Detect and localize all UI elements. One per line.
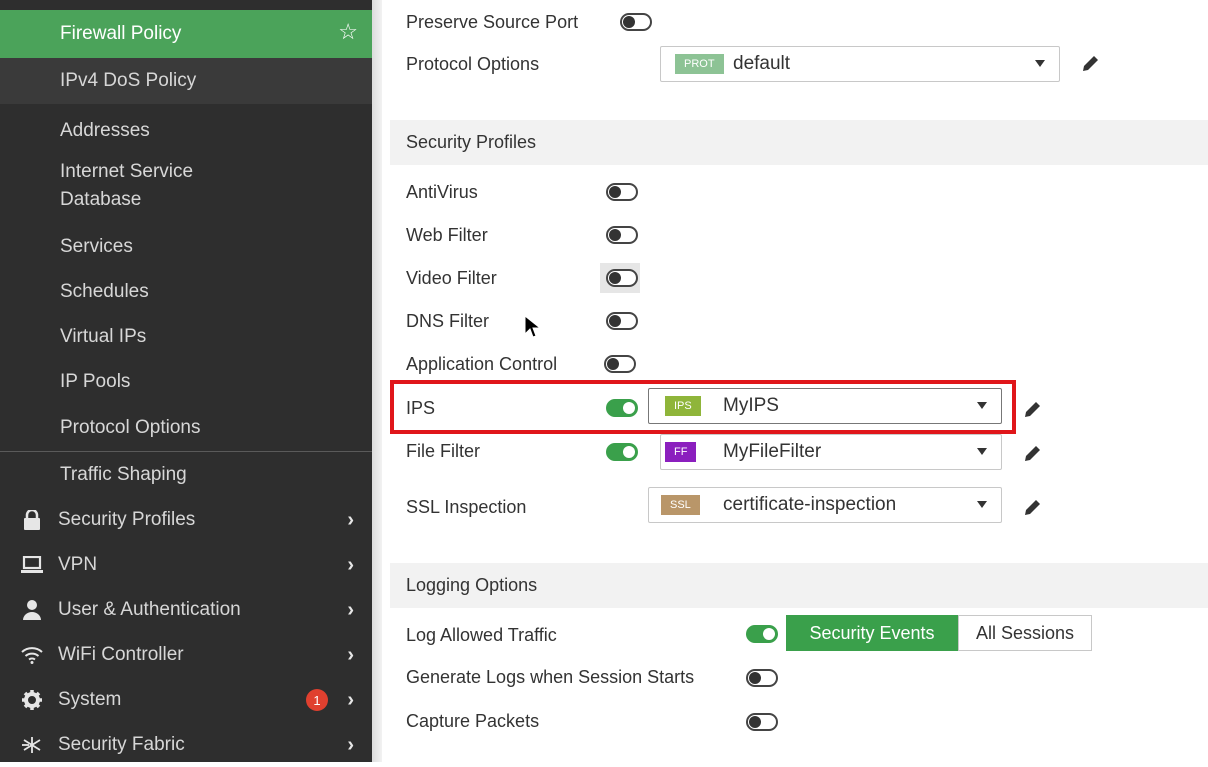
sidebar-item-label: Addresses: [60, 120, 150, 141]
web-filter-label: Web Filter: [406, 225, 488, 245]
logging-options-header: Logging Options: [390, 563, 1208, 608]
sidebar-item-label: IP Pools: [60, 371, 131, 392]
application-control-toggle[interactable]: [604, 355, 636, 373]
video-filter-toggle[interactable]: [606, 269, 638, 287]
sidebar-item-label: Schedules: [60, 281, 149, 302]
prot-tag: PROT: [675, 54, 724, 74]
file-filter-select[interactable]: FF MyFileFilter: [660, 434, 1002, 470]
sidebar-item-label: Services: [60, 236, 133, 257]
highlight-box: [390, 380, 1016, 434]
sidebar-section-label: System: [58, 689, 122, 710]
ssl-inspection-label: SSL Inspection: [406, 497, 527, 517]
star-icon[interactable]: ☆: [338, 19, 358, 45]
sidebar-item-firewall-policy[interactable]: Firewall Policy ☆: [0, 10, 372, 58]
sidebar-item-services[interactable]: Services: [0, 228, 372, 266]
protocol-options-label: Protocol Options: [406, 54, 540, 74]
sidebar-item-label: Virtual IPs: [60, 326, 147, 347]
all-sessions-button[interactable]: All Sessions: [958, 615, 1092, 651]
chevron-right-icon: ›: [347, 644, 354, 666]
chevron-right-icon: ›: [347, 509, 354, 531]
laptop-icon: [20, 554, 44, 576]
application-control-label: Application Control: [406, 354, 558, 374]
sidebar-item-protocol-options[interactable]: Protocol Options: [0, 408, 372, 448]
sidebar-item-ip-pools[interactable]: IP Pools: [0, 363, 372, 401]
sidebar-item-label: Protocol Options: [60, 417, 201, 438]
web-filter-toggle[interactable]: [606, 226, 638, 244]
chevron-right-icon: ›: [347, 734, 354, 756]
protocol-options-value: default: [733, 53, 791, 74]
edit-icon[interactable]: [1022, 498, 1042, 518]
sidebar-item-traffic-shaping[interactable]: Traffic Shaping: [0, 455, 372, 495]
sidebar-section-vpn[interactable]: VPN ›: [0, 543, 372, 587]
sidebar-item-ipv4-dos-policy[interactable]: IPv4 DoS Policy: [0, 58, 372, 104]
sidebar-item-internet-service-database[interactable]: Internet Service Database: [0, 158, 372, 218]
dns-filter-toggle[interactable]: [606, 312, 638, 330]
video-filter-label: Video Filter: [406, 268, 497, 288]
sidebar-divider: [0, 451, 372, 452]
chevron-right-icon: ›: [347, 689, 354, 711]
sidebar-section-label: VPN: [58, 554, 98, 575]
antivirus-label: AntiVirus: [406, 182, 478, 202]
file-filter-toggle[interactable]: [606, 443, 638, 461]
capture-packets-toggle[interactable]: [746, 713, 778, 731]
sidebar: Firewall Policy ☆ IPv4 DoS Policy Addres…: [0, 0, 372, 762]
file-filter-label: File Filter: [406, 441, 481, 461]
sidebar-item-label: Internet Service: [60, 161, 194, 182]
sidebar-section-user-authentication[interactable]: User & Authentication ›: [0, 588, 372, 632]
chevron-down-icon: [1035, 60, 1045, 67]
chevron-down-icon: [977, 501, 987, 508]
sidebar-section-system[interactable]: System 1 ›: [0, 678, 372, 722]
sidebar-item-label: Traffic Shaping: [60, 464, 187, 485]
preserve-source-port-label: Preserve Source Port: [406, 12, 579, 32]
sidebar-section-label: Security Profiles: [58, 509, 196, 530]
fabric-icon: [20, 734, 44, 756]
generate-logs-label: Generate Logs when Session Starts: [406, 667, 695, 687]
capture-packets-label: Capture Packets: [406, 711, 540, 731]
security-profiles-header: Security Profiles: [390, 120, 1208, 165]
protocol-options-select[interactable]: PROT default: [660, 46, 1060, 82]
edit-icon[interactable]: [1022, 400, 1042, 420]
gear-icon: [20, 689, 44, 711]
section-title: Logging Options: [406, 575, 538, 595]
sidebar-section-label: Security Fabric: [58, 734, 185, 755]
lock-icon: [20, 509, 44, 531]
section-title: Security Profiles: [406, 132, 537, 152]
ssl-tag: SSL: [661, 495, 700, 515]
log-allowed-traffic-label: Log Allowed Traffic: [406, 625, 557, 645]
preserve-source-port-toggle[interactable]: [620, 13, 652, 31]
sidebar-item-label: Firewall Policy: [60, 23, 182, 44]
ff-tag: FF: [665, 442, 697, 462]
edit-icon[interactable]: [1080, 54, 1100, 74]
sidebar-item-schedules[interactable]: Schedules: [0, 273, 372, 311]
antivirus-toggle[interactable]: [606, 183, 638, 201]
sidebar-section-label: WiFi Controller: [58, 644, 184, 665]
notification-badge: 1: [306, 689, 328, 711]
sidebar-item-addresses[interactable]: Addresses: [0, 112, 372, 150]
wifi-icon: [20, 644, 44, 666]
ssl-inspection-select[interactable]: SSL certificate-inspection: [648, 487, 1002, 523]
security-events-button[interactable]: Security Events: [786, 615, 958, 651]
ssl-inspection-value: certificate-inspection: [723, 494, 897, 515]
chevron-right-icon: ›: [347, 554, 354, 576]
chevron-down-icon: [977, 448, 987, 455]
sidebar-scroll-edge: [372, 0, 382, 762]
generate-logs-toggle[interactable]: [746, 669, 778, 687]
sidebar-item-label: IPv4 DoS Policy: [60, 70, 197, 91]
sidebar-section-security-fabric[interactable]: Security Fabric ›: [0, 723, 372, 767]
sidebar-section-label: User & Authentication: [58, 599, 241, 620]
user-icon: [20, 599, 44, 621]
log-allowed-traffic-toggle[interactable]: [746, 625, 778, 643]
sidebar-section-wifi-controller[interactable]: WiFi Controller ›: [0, 633, 372, 677]
mouse-cursor-icon: [524, 314, 542, 338]
sidebar-section-security-profiles[interactable]: Security Profiles ›: [0, 498, 372, 542]
sidebar-item-virtual-ips[interactable]: Virtual IPs: [0, 318, 372, 356]
edit-icon[interactable]: [1022, 444, 1042, 464]
sidebar-item-label: Database: [60, 189, 142, 210]
file-filter-value: MyFileFilter: [723, 441, 822, 462]
chevron-right-icon: ›: [347, 599, 354, 621]
dns-filter-label: DNS Filter: [406, 311, 490, 331]
